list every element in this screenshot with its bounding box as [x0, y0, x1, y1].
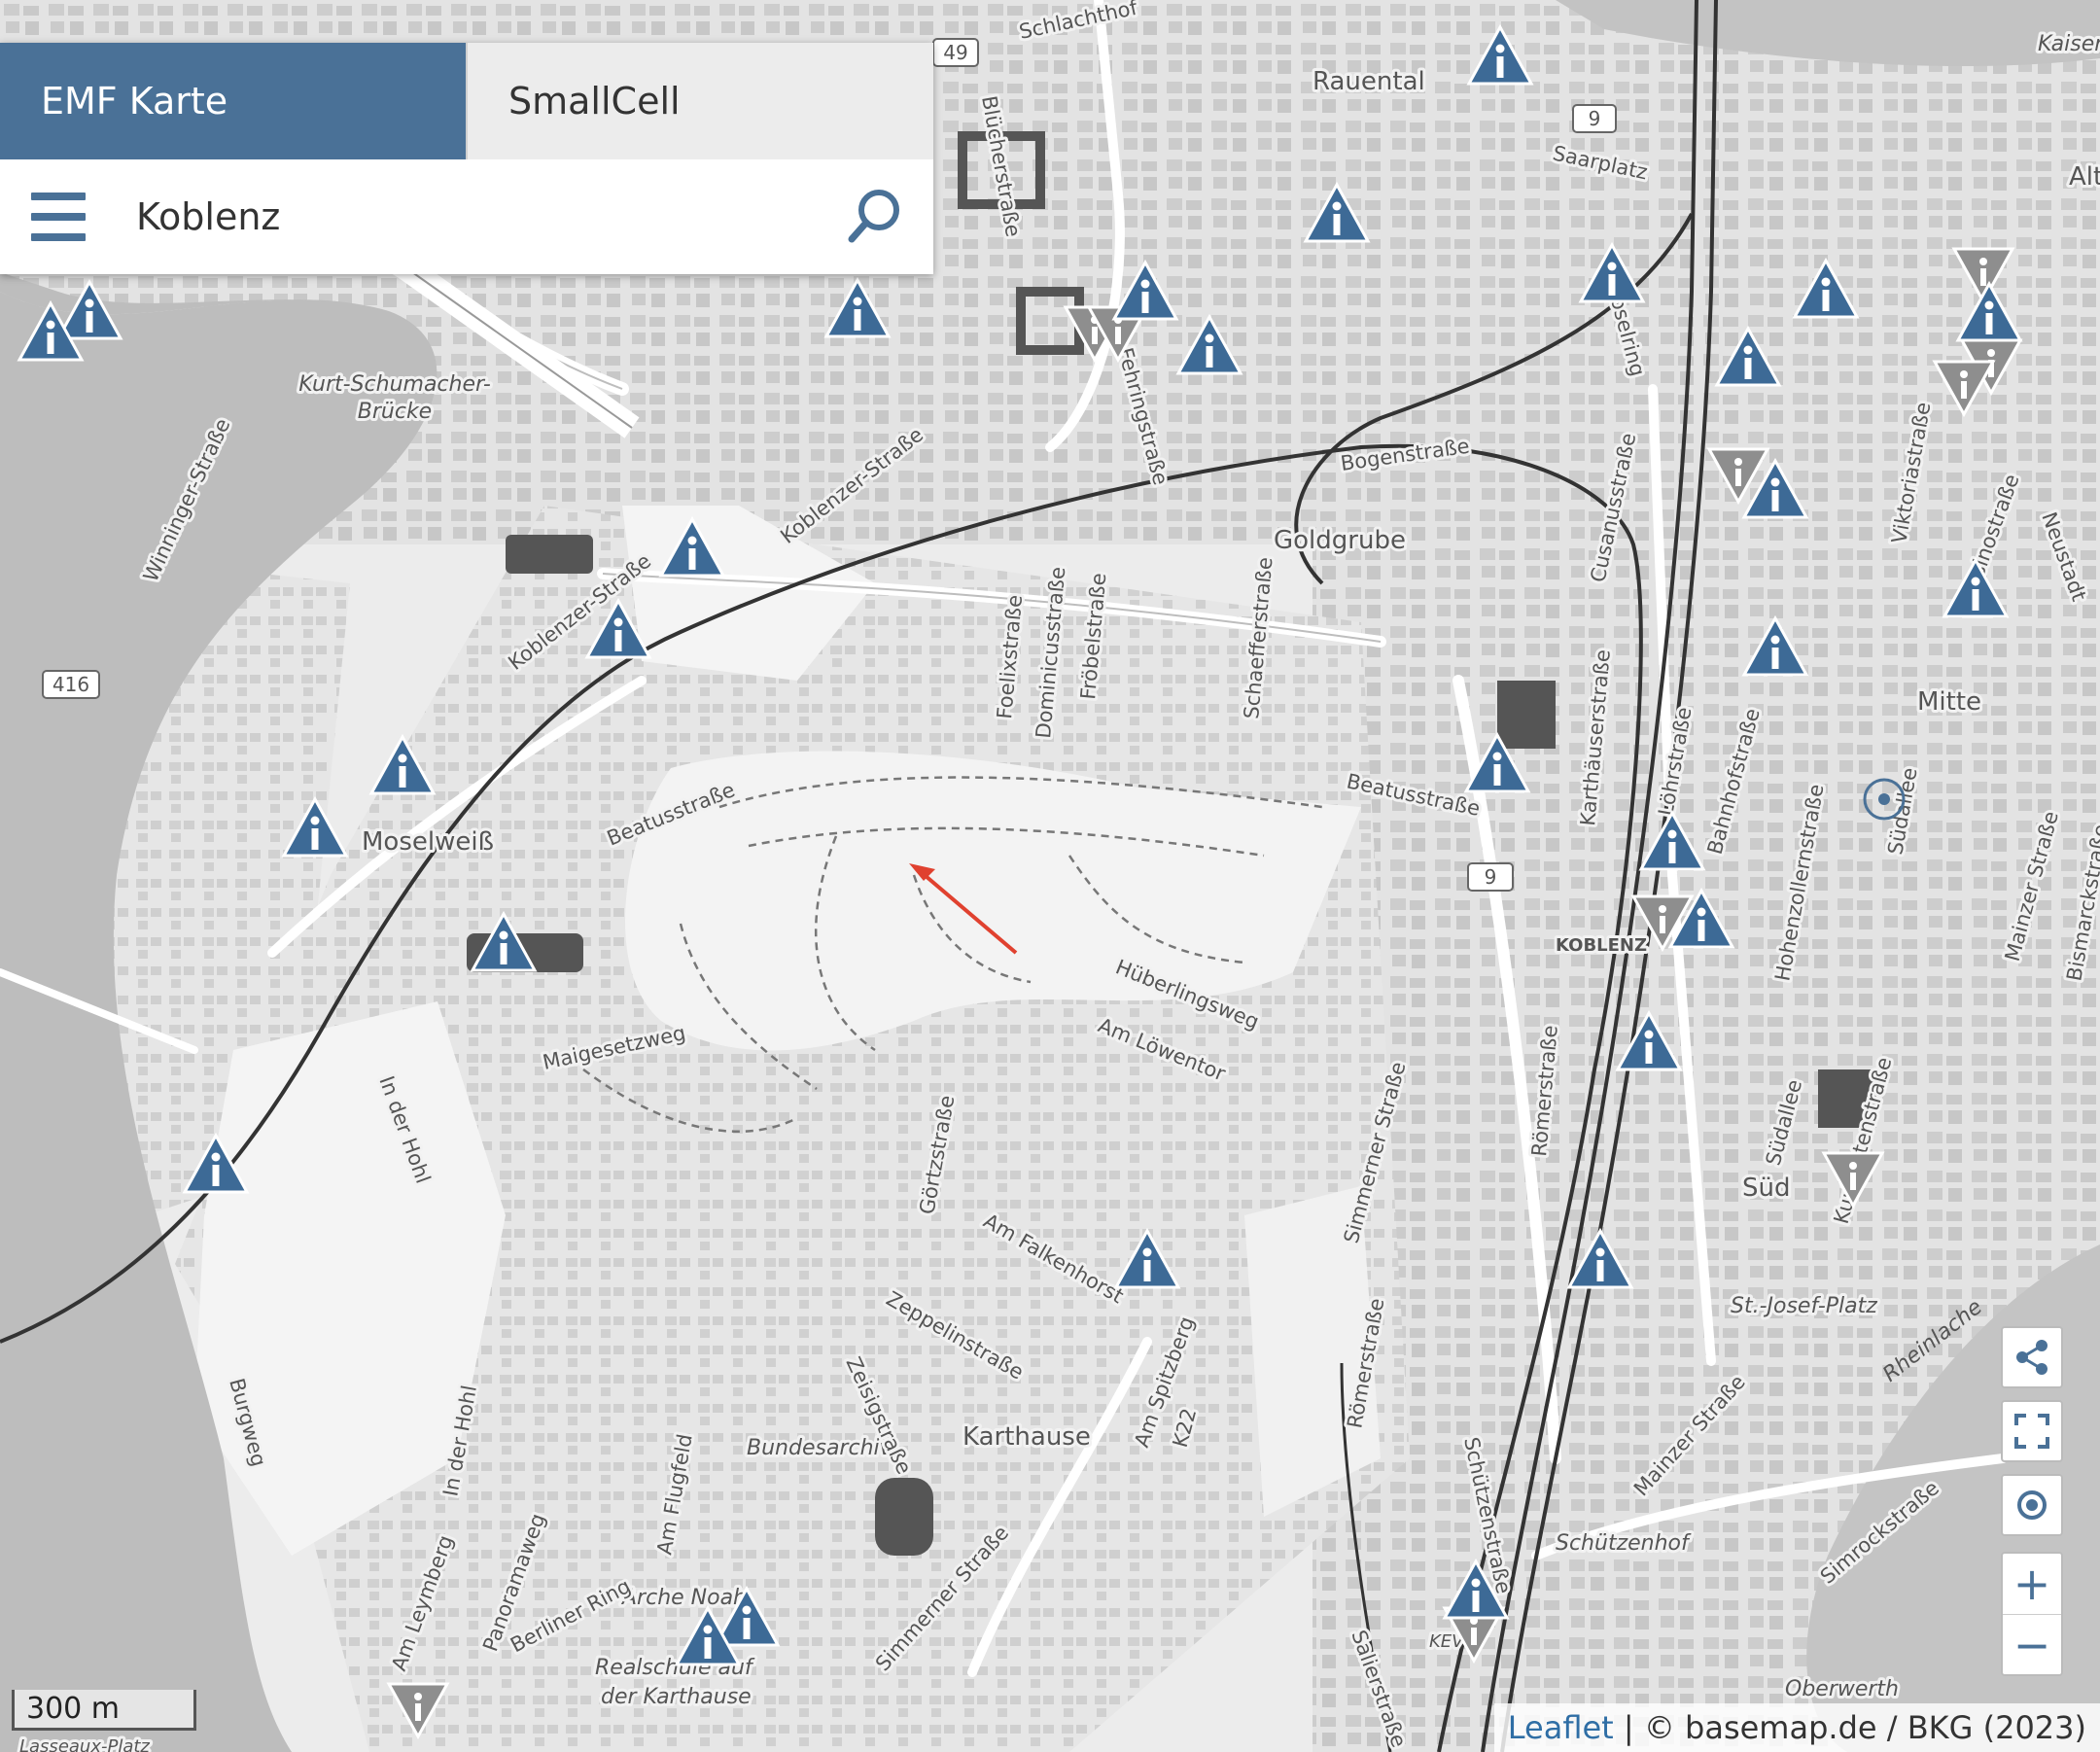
svg-text:49: 49: [943, 41, 967, 64]
svg-text:9: 9: [1485, 865, 1497, 889]
leaflet-link[interactable]: Leaflet: [1508, 1709, 1614, 1746]
svg-text:416: 416: [52, 673, 89, 696]
locate-icon: [2017, 1490, 2047, 1520]
zoom-in-button[interactable]: +: [2003, 1554, 2061, 1615]
locate-button[interactable]: [2001, 1474, 2063, 1536]
road-shield-416: 416: [42, 670, 100, 699]
share-icon: [2016, 1340, 2048, 1375]
zoom-out-button[interactable]: −: [2003, 1615, 2061, 1675]
place-goldgrube: Goldgrube: [1274, 526, 1406, 555]
poi-bridge-line2: Brücke: [358, 400, 432, 424]
place-moselweiss: Moselweiß: [362, 827, 494, 857]
poi-bundesarchiv: Bundesarchiv: [747, 1436, 893, 1460]
tab-bar: EMF Karte SmallCell: [0, 43, 933, 159]
place-sued: Süd: [1742, 1174, 1791, 1203]
search-icon[interactable]: [844, 185, 906, 247]
poi-schuetzenhof: Schützenhof: [1556, 1531, 1692, 1556]
poi-bridge-line1: Kurt-Schumacher-: [298, 372, 491, 397]
svg-text:9: 9: [1589, 107, 1601, 130]
tab-emf-karte[interactable]: EMF Karte: [0, 43, 466, 159]
fullscreen-icon: [2014, 1414, 2049, 1449]
tab-smallcell[interactable]: SmallCell: [466, 43, 933, 159]
place-alts: Alts: [2069, 162, 2100, 192]
search-panel: EMF Karte SmallCell: [0, 43, 933, 274]
place-karthause: Karthause: [962, 1422, 1091, 1452]
road-shield-9-south: 9: [1467, 862, 1514, 892]
scale-bar: 300 m: [12, 1690, 196, 1731]
place-kaiser: Kaiser: [2038, 32, 2100, 56]
road-shield-9-north: 9: [1572, 104, 1617, 133]
poi-oberwerth: Oberwerth: [1785, 1677, 1899, 1701]
attribution-text: | © basemap.de / BKG (2023): [1623, 1709, 2086, 1746]
search-input[interactable]: [134, 194, 819, 239]
search-row: [0, 159, 933, 274]
road-shield-49: 49: [932, 38, 979, 67]
zoom-control: + −: [2001, 1552, 2063, 1676]
poi-arche-noah: Arche Noah: [620, 1586, 747, 1610]
menu-icon[interactable]: [31, 193, 86, 241]
poi-realschule-line2: der Karthause: [601, 1685, 752, 1709]
place-mitte: Mitte: [1917, 687, 1981, 717]
attribution: Leaflet | © basemap.de / BKG (2023): [1493, 1703, 2100, 1752]
place-koblenz-station: KOBLENZ: [1556, 935, 1647, 956]
place-rauental: Rauental: [1312, 67, 1425, 96]
fullscreen-button[interactable]: [2001, 1400, 2063, 1462]
poi-st-josef-platz: St.-Josef-Platz: [1731, 1294, 1877, 1318]
share-button[interactable]: [2001, 1326, 2063, 1388]
poi-lasseaux-platz: Lasseaux-Platz: [19, 1736, 150, 1752]
